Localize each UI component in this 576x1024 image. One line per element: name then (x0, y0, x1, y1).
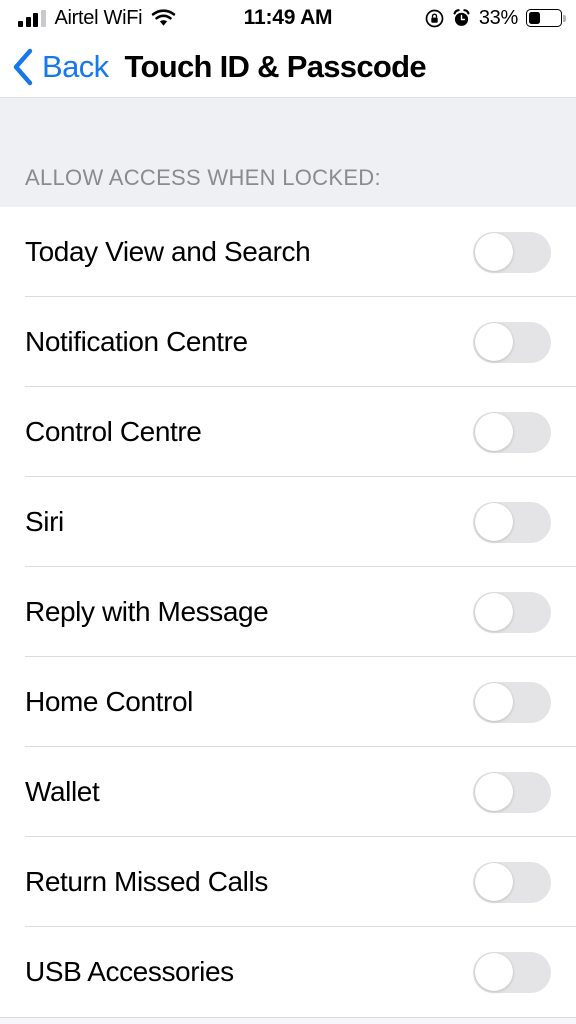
row-label: USB Accessories (25, 956, 234, 987)
row-label: Reply with Message (25, 596, 269, 627)
row-label: Wallet (25, 776, 100, 807)
toggle-usb-accessories[interactable] (473, 951, 551, 993)
row-label: Today View and Search (25, 236, 311, 267)
navigation-bar: Back Touch ID & Passcode (0, 36, 576, 97)
table-row[interactable]: Notification Centre (0, 297, 576, 387)
toggle-today-view-and-search[interactable] (473, 231, 551, 273)
toggle-knob (474, 683, 513, 721)
battery-icon (526, 9, 566, 27)
wifi-icon (151, 9, 176, 27)
alarm-clock-icon (452, 8, 471, 28)
table-row[interactable]: USB Accessories (0, 927, 576, 1017)
toggle-knob (474, 233, 513, 271)
settings-list: Today View and Search Notification Centr… (0, 207, 576, 1017)
bottom-strip (0, 1018, 576, 1024)
clock-label: 11:49 AM (243, 6, 333, 29)
toggle-wallet[interactable] (473, 771, 551, 813)
table-row[interactable]: Return Missed Calls (0, 837, 576, 927)
toggle-knob (474, 863, 513, 901)
toggle-reply-with-message[interactable] (473, 591, 551, 633)
row-label: Return Missed Calls (25, 866, 268, 897)
table-row[interactable]: Siri (0, 477, 576, 567)
table-row[interactable]: Control Centre (0, 387, 576, 477)
row-label: Siri (25, 506, 64, 537)
row-label: Notification Centre (25, 326, 248, 357)
toggle-home-control[interactable] (473, 681, 551, 723)
table-row[interactable]: Home Control (0, 657, 576, 747)
signal-bars-icon (18, 9, 46, 27)
toggle-siri[interactable] (473, 501, 551, 543)
toggle-knob (474, 773, 513, 811)
table-row[interactable]: Wallet (0, 747, 576, 837)
status-bar: Airtel WiFi 11:49 AM 33% (0, 0, 576, 36)
section-header-label: ALLOW ACCESS WHEN LOCKED: (25, 165, 381, 190)
toggle-notification-centre[interactable] (473, 321, 551, 363)
battery-percent-label: 33% (478, 6, 518, 29)
back-button[interactable]: Back (10, 47, 109, 87)
row-label: Home Control (25, 686, 193, 717)
row-label: Control Centre (25, 416, 202, 447)
toggle-control-centre[interactable] (473, 411, 551, 453)
chevron-left-icon (10, 47, 36, 87)
toggle-return-missed-calls[interactable] (473, 861, 551, 903)
table-row[interactable]: Reply with Message (0, 567, 576, 657)
table-row[interactable]: Today View and Search (0, 207, 576, 297)
toggle-knob (474, 323, 513, 361)
page-title: Touch ID & Passcode (124, 48, 427, 84)
rotation-lock-icon (425, 9, 444, 28)
toggle-knob (474, 413, 513, 451)
back-label: Back (42, 48, 109, 84)
toggle-knob (474, 503, 513, 541)
status-bar-left: Airtel WiFi (18, 7, 176, 30)
toggle-knob (474, 593, 513, 631)
status-bar-right: 33% (425, 6, 566, 30)
section-header: ALLOW ACCESS WHEN LOCKED: (0, 97, 576, 207)
phone-screen: Airtel WiFi 11:49 AM 33% Back Touch ID &… (0, 0, 576, 1024)
toggle-knob (474, 953, 513, 991)
carrier-label: Airtel WiFi (54, 6, 143, 29)
